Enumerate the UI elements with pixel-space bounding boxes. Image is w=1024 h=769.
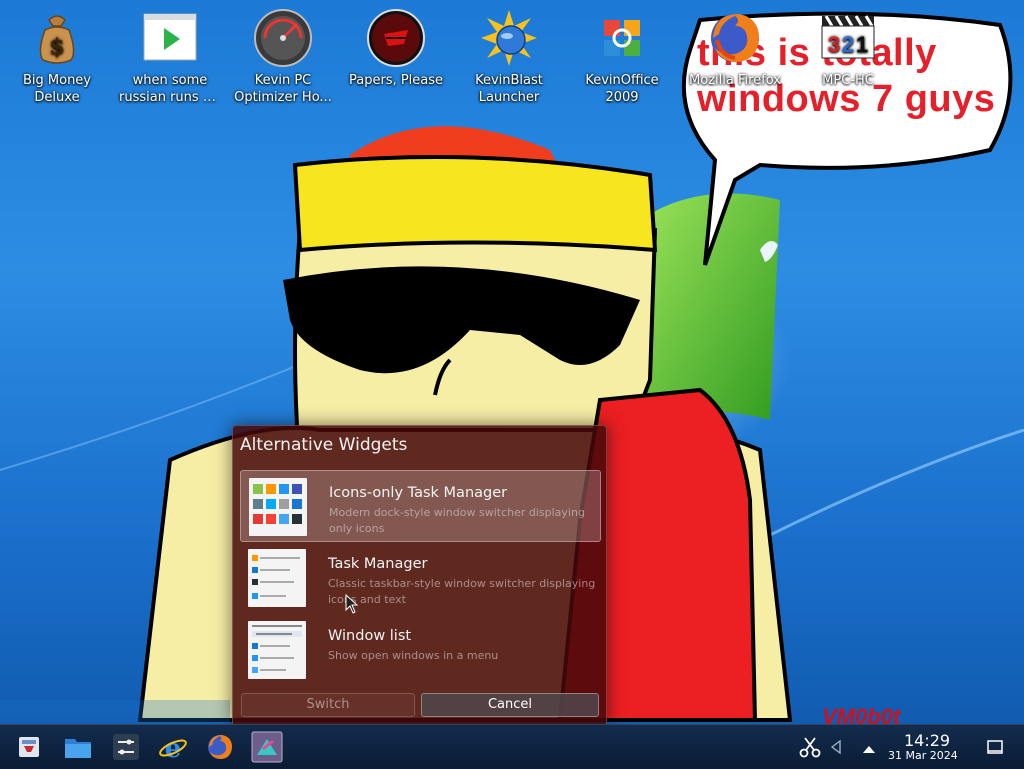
svg-text:e: e [165, 734, 182, 762]
desktop-icon-russian-video[interactable]: when some russian runs a... [115, 8, 225, 106]
mpc-hc-icon: 3 2 1 [818, 8, 878, 68]
desktop-icon-label: Mozilla Firefox [689, 73, 781, 88]
widget-option-description: Classic taskbar-style window switcher di… [328, 577, 596, 606]
internet-explorer-icon[interactable]: e [158, 732, 188, 764]
office-icon [592, 8, 652, 68]
desktop-icon-label: Optimizer Ho... [234, 90, 332, 105]
system-settings-icon[interactable] [111, 732, 141, 762]
desktop-icon-big-money-deluxe[interactable]: $ Big Money Deluxe [2, 8, 112, 106]
firefox-icon[interactable] [205, 732, 235, 762]
desktop-icon-mozilla-firefox[interactable]: Mozilla Firefox [680, 8, 790, 89]
widget-option-window-list[interactable]: Window list Show open windows in a menu [240, 614, 599, 684]
volume-icon[interactable] [830, 739, 844, 755]
desktop-icon-label: russian runs a... [119, 90, 224, 105]
widget-option-icons-only-task-manager[interactable]: Icons-only Task Manager Modern dock-styl… [240, 470, 601, 542]
widget-option-task-manager[interactable]: Task Manager Classic taskbar-style windo… [240, 542, 599, 612]
svg-text:1: 1 [856, 32, 868, 57]
desktop-icon-label: MPC-HC [822, 73, 874, 88]
clock-time[interactable]: 14:29 [904, 731, 950, 750]
firefox-icon [705, 8, 765, 68]
widget-option-description: Show open windows in a menu [328, 649, 499, 662]
window-list-thumbnail [248, 621, 306, 679]
svg-text:3: 3 [828, 32, 840, 57]
widget-option-description: Modern dock-style window switcher displa… [329, 506, 585, 535]
taskbar: e 14:29 31 Mar 2024 [0, 724, 1024, 769]
cancel-button[interactable]: Cancel [421, 693, 599, 717]
task-manager-thumbnail [248, 549, 306, 607]
mouse-cursor-icon [345, 594, 359, 614]
desktop-icon-label: KevinOffice [585, 73, 659, 88]
file-manager-icon[interactable] [63, 732, 93, 762]
svg-text:$: $ [49, 34, 64, 60]
desktop-icon-label: Deluxe [34, 90, 80, 105]
desktop-icon-mpc-hc[interactable]: 3 2 1 MPC-HC [793, 8, 903, 89]
alternative-widgets-dialog: Alternative Widgets Icons-only Task Mana… [232, 425, 607, 724]
show-desktop-icon[interactable] [986, 738, 1004, 756]
widget-option-name: Window list [328, 628, 412, 644]
papers-please-icon [366, 8, 426, 68]
app-launcher-icon[interactable] [14, 732, 44, 762]
desktop-icon-label: when some [132, 73, 208, 88]
switch-button[interactable]: Switch [241, 693, 415, 717]
clock-date[interactable]: 31 Mar 2024 [888, 749, 958, 762]
money-bag-icon: $ [27, 8, 87, 68]
widget-option-name: Icons-only Task Manager [329, 485, 508, 501]
desktop-icon-label: KevinBlast [475, 73, 543, 88]
desktop-icon-kevin-pc-optimizer[interactable]: Kevin PC Optimizer Ho... [228, 8, 338, 106]
desktop-icon-label: Big Money [22, 73, 91, 88]
desktop-icon-label: 2009 [605, 90, 639, 105]
desktop-icon-label: Papers, Please [348, 73, 444, 88]
desktop-icon-kevinblast-launcher[interactable]: KevinBlast Launcher [454, 8, 564, 106]
desktop-icon-label: Kevin PC [254, 73, 312, 88]
widget-option-name: Task Manager [328, 556, 428, 572]
desktop-icon-label: Launcher [478, 90, 540, 105]
dialog-title: Alternative Widgets [240, 435, 408, 455]
svg-text:2: 2 [842, 32, 854, 57]
scissors-icon[interactable] [798, 735, 822, 759]
tray-expand-arrow-icon[interactable] [861, 740, 877, 753]
desktop-icon-kevinoffice-2009[interactable]: KevinOffice 2009 [567, 8, 677, 106]
icons-only-task-manager-thumbnail [249, 478, 307, 536]
kevinblast-icon [479, 8, 539, 68]
video-file-icon [140, 8, 200, 68]
discover-icon[interactable] [251, 731, 283, 763]
speedometer-icon [253, 8, 313, 68]
desktop-icon-papers-please[interactable]: Papers, Please [341, 8, 451, 89]
